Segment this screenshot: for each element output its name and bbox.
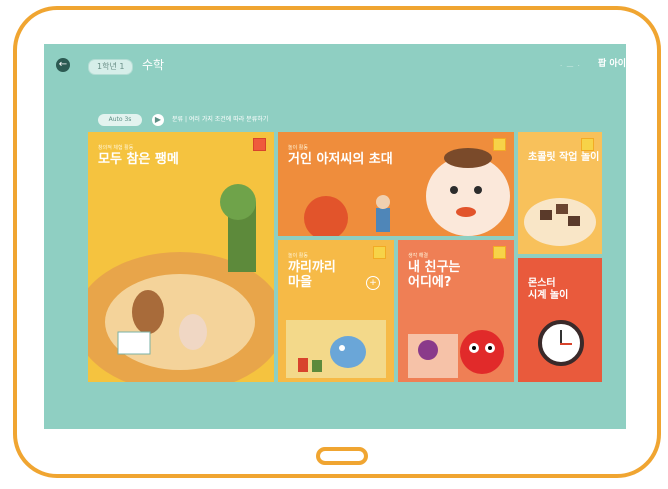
status-indicator: · — ·: [560, 62, 581, 70]
card-activity-6[interactable]: 몬스터 시계 놀이: [518, 258, 602, 382]
play-icon[interactable]: ▶: [152, 114, 164, 126]
card-activity-5[interactable]: 생각 해결 내 친구는 어디에?: [398, 240, 514, 382]
auto-play-pill[interactable]: Auto 3s: [98, 114, 142, 126]
app-screen: ← 1학년 1 수학 · — · 팝 아이 Auto 3s ▶ 분류 | 여러 …: [44, 44, 626, 429]
card-illustration: [88, 184, 274, 382]
card-activity-3[interactable]: 초콜릿 작업 놀이: [518, 132, 602, 254]
back-icon[interactable]: ←: [56, 58, 70, 72]
unit-description: 분류 | 여러 가지 조건에 따라 분류하기: [172, 116, 269, 123]
card-illustration: [286, 320, 386, 378]
card-illustration: [304, 148, 510, 236]
card-activity-2[interactable]: 놀이 활동 거인 아저씨의 초대: [278, 132, 514, 236]
card-activity-1[interactable]: 창의적 체험 활동 모두 참은 팽메: [88, 132, 274, 382]
clock-icon: [538, 320, 584, 366]
card-illustration: [524, 198, 596, 246]
brand-logo: 팝 아이: [598, 59, 626, 69]
home-button[interactable]: [316, 447, 368, 465]
subject-title: 수학: [142, 58, 165, 72]
card-activity-4[interactable]: 놀이 활동 꺄리꺄리 마을 +: [278, 240, 394, 382]
card-illustration: [408, 330, 504, 378]
card-title: 몬스터 시계 놀이: [528, 278, 569, 301]
top-bar: ← 1학년 1 수학 · — · 팝 아이: [44, 44, 626, 76]
grade-selector[interactable]: 1학년 1: [88, 59, 134, 75]
